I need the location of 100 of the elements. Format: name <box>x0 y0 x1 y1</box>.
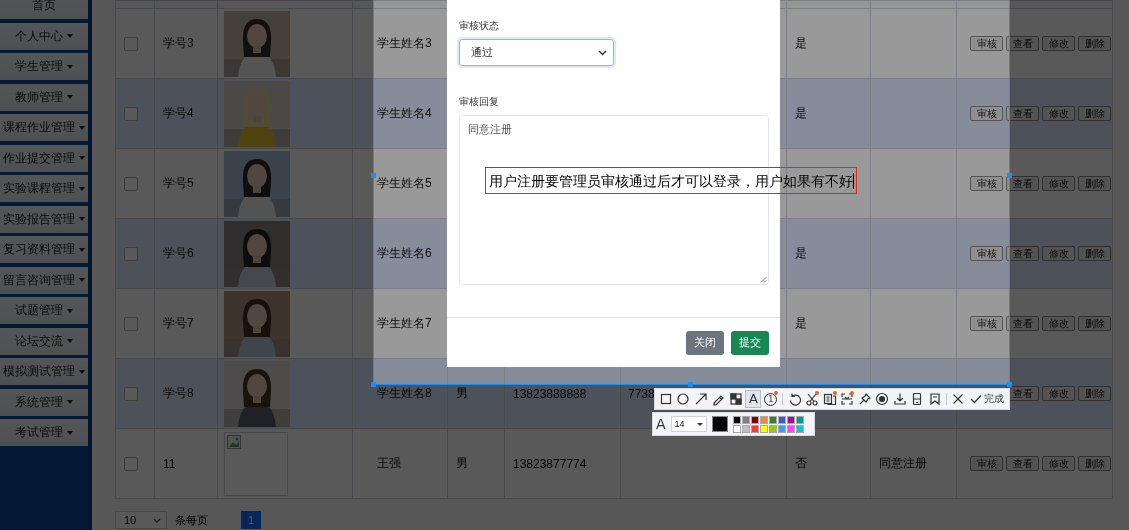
resize-handle[interactable] <box>1007 173 1012 178</box>
resize-handle[interactable] <box>371 173 376 178</box>
checkbox[interactable] <box>124 316 138 331</box>
caret-icon <box>67 430 73 435</box>
color-swatch[interactable] <box>768 424 777 433</box>
checkbox[interactable] <box>124 176 138 191</box>
checkbox[interactable] <box>124 36 138 51</box>
color-swatch[interactable] <box>768 415 777 424</box>
action-button[interactable]: 删除 <box>1078 246 1111 261</box>
sidebar-item[interactable]: 个人中心 <box>0 22 88 50</box>
sidebar-item[interactable]: 首页 <box>0 0 88 19</box>
color-swatch[interactable] <box>777 415 786 424</box>
action-button[interactable]: 删除 <box>1078 106 1111 121</box>
resize-grip-icon <box>760 276 767 283</box>
color-swatch[interactable] <box>741 424 750 433</box>
action-button[interactable]: 删除 <box>1078 36 1111 51</box>
action-button[interactable]: 修改 <box>1042 176 1075 191</box>
page-size-select[interactable]: 10 <box>115 511 167 529</box>
mosaic-icon <box>728 392 743 406</box>
checkbox[interactable] <box>124 456 138 471</box>
action-button[interactable]: 修改 <box>1042 386 1075 401</box>
color-swatch[interactable] <box>795 424 804 433</box>
table-cell: 学号3 <box>154 8 218 79</box>
checkbox[interactable] <box>124 106 138 121</box>
action-button[interactable]: 修改 <box>1042 456 1075 471</box>
table-cell: 是 <box>786 218 871 289</box>
ocr-tool-button[interactable] <box>821 390 838 408</box>
close-button[interactable]: 关闭 <box>686 330 724 355</box>
scissors-tool-button[interactable] <box>804 390 821 408</box>
done-button[interactable]: 完成 <box>967 390 1006 408</box>
sidebar-item[interactable]: 试题管理 <box>0 297 88 324</box>
sidebar-item[interactable]: 复习资料管理 <box>0 236 88 263</box>
action-button[interactable]: 审核 <box>970 456 1003 471</box>
text-annotation[interactable]: 用户注册要管理员审核通过后才可以登录，用户如果有不好 <box>485 167 857 194</box>
color-swatch[interactable] <box>786 424 795 433</box>
color-swatch[interactable] <box>732 415 741 424</box>
action-button[interactable]: 删除 <box>1078 176 1111 191</box>
resize-handle[interactable] <box>1007 382 1012 387</box>
record-tool-button[interactable] <box>874 390 891 408</box>
sidebar-item[interactable]: 系统管理 <box>0 388 88 416</box>
table-cell: 学号8 <box>154 358 218 429</box>
square-icon <box>659 392 673 406</box>
color-swatch[interactable] <box>732 424 741 433</box>
ellipse-tool-button[interactable] <box>675 390 692 408</box>
action-button[interactable]: 审核 <box>970 106 1003 121</box>
table-cell: 学号4 <box>154 78 218 149</box>
check-icon <box>969 394 982 404</box>
caret-icon <box>67 339 73 343</box>
sidebar-item[interactable]: 课程作业管理 <box>0 114 88 141</box>
mosaic-tool-button[interactable] <box>727 390 744 408</box>
color-swatch[interactable] <box>777 424 786 433</box>
color-swatch[interactable] <box>750 424 759 433</box>
action-button[interactable]: 修改 <box>1042 106 1075 121</box>
table-cell: 13823877774 <box>504 428 621 499</box>
sidebar-item[interactable]: 模拟测试管理 <box>0 358 88 385</box>
resize-handle[interactable] <box>371 382 376 387</box>
action-button[interactable]: 查看 <box>1006 246 1039 261</box>
color-swatch[interactable] <box>759 415 768 424</box>
submit-button[interactable]: 提交 <box>731 330 769 355</box>
action-button[interactable]: 审核 <box>970 316 1003 331</box>
action-button[interactable]: 查看 <box>1006 176 1039 191</box>
sidebar-item[interactable]: 论坛交流 <box>0 327 88 355</box>
checkbox[interactable] <box>124 386 138 401</box>
color-swatch[interactable] <box>750 415 759 424</box>
color-swatch[interactable] <box>795 415 804 424</box>
action-button[interactable]: 修改 <box>1042 246 1075 261</box>
text-tool-button[interactable]: A <box>745 390 762 408</box>
action-button[interactable]: 查看 <box>1006 36 1039 51</box>
action-button[interactable]: 审核 <box>970 176 1003 191</box>
action-button[interactable]: 删除 <box>1078 386 1111 401</box>
color-swatch[interactable] <box>786 415 795 424</box>
scan-tool-button[interactable] <box>839 390 856 408</box>
sidebar-item[interactable]: 实验课程管理 <box>0 175 88 202</box>
sidebar-item[interactable]: 留言咨询管理 <box>0 266 88 294</box>
font-size-select[interactable]: 14 <box>670 416 707 432</box>
resize-handle[interactable] <box>688 382 693 387</box>
page-button[interactable]: 1 <box>241 511 261 529</box>
action-button[interactable]: 查看 <box>1006 106 1039 121</box>
action-button[interactable]: 审核 <box>970 246 1003 261</box>
action-button[interactable]: 查看 <box>1006 456 1039 471</box>
sidebar-item[interactable]: 教师管理 <box>0 83 88 111</box>
field-label: 审核回复 <box>459 95 500 109</box>
action-button[interactable]: 修改 <box>1042 316 1075 331</box>
status-select[interactable]: 通过 <box>459 39 614 66</box>
checkbox[interactable] <box>124 246 138 261</box>
table-cell: 学号6 <box>154 218 218 289</box>
color-swatch[interactable] <box>759 424 768 433</box>
sidebar-item[interactable]: 实验报告管理 <box>0 205 88 233</box>
action-button[interactable]: 删除 <box>1078 316 1111 331</box>
color-swatch[interactable] <box>741 415 750 424</box>
sidebar-item[interactable]: 学生管理 <box>0 53 88 80</box>
current-color-swatch[interactable] <box>711 416 728 432</box>
action-button[interactable]: 审核 <box>970 36 1003 51</box>
action-button[interactable]: 修改 <box>1042 36 1075 51</box>
sidebar-item[interactable]: 作业提交管理 <box>0 144 88 172</box>
action-button[interactable]: 查看 <box>1006 316 1039 331</box>
bookmark-icon <box>927 392 942 406</box>
sidebar-item[interactable]: 考试管理 <box>0 419 88 446</box>
action-button[interactable]: 删除 <box>1078 456 1111 471</box>
per-page-label: 条每页 <box>175 512 208 528</box>
